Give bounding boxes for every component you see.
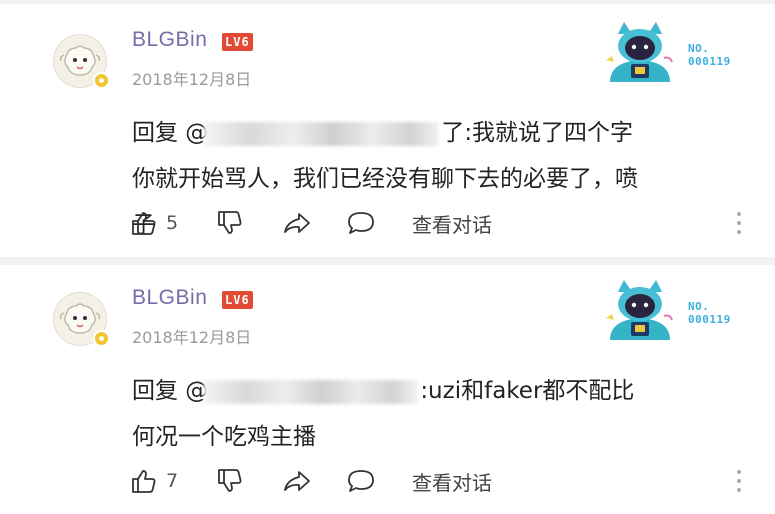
more-icon[interactable] (736, 210, 742, 236)
serial-label: NO. (688, 42, 710, 55)
reply-button[interactable] (346, 464, 376, 498)
fan-serial: NO. 000119 (688, 300, 731, 326)
like-count: 7 (166, 470, 179, 492)
avatar[interactable] (53, 292, 110, 347)
share-button[interactable] (282, 464, 312, 498)
fan-serial: NO. 000119 (688, 42, 731, 68)
action-bar: 7 查看对话 (130, 464, 770, 498)
comment-date: 2018年12月8日 (132, 70, 252, 89)
more-icon[interactable] (736, 468, 742, 494)
blurred-mention (204, 121, 440, 146)
serial-number: 000119 (688, 55, 731, 68)
like-button[interactable]: 7 (130, 464, 178, 498)
top-separator (0, 0, 775, 4)
comment-item: BLGBin LV6 2018年12月8日 NO. 000119 回复 @:uz… (0, 264, 775, 514)
mascot-fan-badge-icon[interactable] (600, 278, 680, 342)
action-bar: 5 查看对话 (130, 206, 770, 240)
comment-icon (348, 470, 374, 492)
verified-badge-icon (93, 72, 110, 89)
dislike-button[interactable] (216, 206, 244, 240)
dislike-button[interactable] (216, 464, 244, 498)
blurred-mention (204, 379, 419, 404)
comment-icon (348, 212, 374, 234)
comment-item: BLGBin LV6 2018年12月8日 NO. 000119 回复 @ 了:我… (0, 6, 775, 256)
view-dialog-link[interactable]: 查看对话 (412, 206, 492, 240)
reply-prefix: 回复 @ (132, 120, 209, 146)
username[interactable]: BLGBin (132, 286, 207, 310)
verified-badge-icon (93, 330, 110, 347)
reply-button[interactable] (346, 206, 376, 240)
share-button[interactable] (282, 206, 312, 240)
thumbs-up-icon (132, 470, 156, 493)
username[interactable]: BLGBin (132, 28, 207, 52)
level-badge: LV6 (222, 33, 253, 51)
share-icon (284, 213, 310, 233)
serial-number: 000119 (688, 313, 731, 326)
comment-text: 回复 @:uzi和faker都不配比何况一个吃鸡主播 (132, 368, 652, 460)
comment-date: 2018年12月8日 (132, 328, 252, 347)
like-button[interactable]: 5 (130, 206, 178, 240)
thumbs-down-icon (218, 211, 242, 234)
share-icon (284, 471, 310, 491)
thumbs-up-icon (132, 212, 156, 235)
level-badge: LV6 (222, 291, 253, 309)
mascot-fan-badge-icon[interactable] (600, 20, 680, 84)
like-count: 5 (166, 212, 179, 234)
mention-tail: 了 (441, 120, 465, 146)
serial-label: NO. (688, 300, 710, 313)
avatar[interactable] (53, 34, 110, 89)
view-dialog-link[interactable]: 查看对话 (412, 464, 492, 498)
reply-prefix: 回复 @ (132, 378, 209, 404)
thumbs-down-icon (218, 469, 242, 492)
